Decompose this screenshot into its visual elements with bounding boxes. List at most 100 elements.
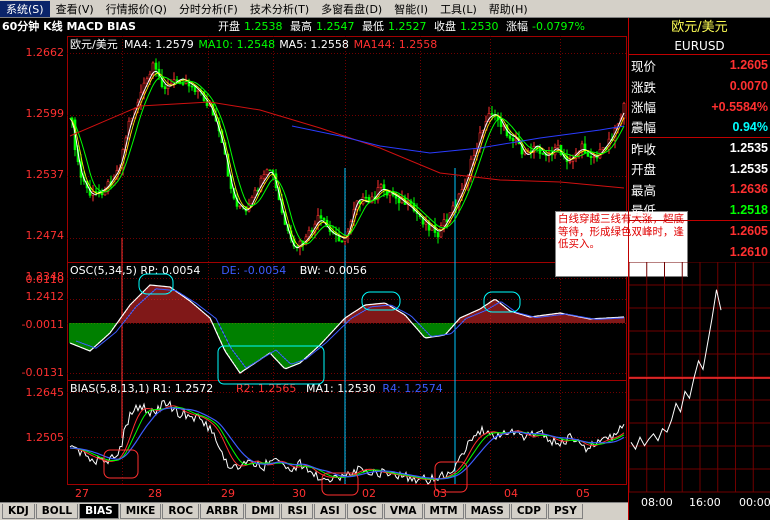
osc-line xyxy=(69,284,625,374)
quote-value: +0.5584% xyxy=(711,99,768,114)
candle-body xyxy=(556,144,560,148)
candle-body xyxy=(508,135,512,139)
menu-item-1[interactable]: 查看(V) xyxy=(50,1,100,17)
tab-psy[interactable]: PSY xyxy=(547,504,583,519)
quote-row-9: 1.2610 xyxy=(629,241,770,262)
quote-row-2: 涨幅 +0.5584% xyxy=(629,96,770,117)
x-label-4: 02 xyxy=(362,487,376,500)
tab-asi[interactable]: ASI xyxy=(314,504,346,519)
intraday-mini-chart[interactable]: 08:00 16:00 00:00 xyxy=(629,261,770,510)
tab-rsi[interactable]: RSI xyxy=(281,504,314,519)
quote-label: 涨跌 xyxy=(631,79,657,95)
header-label-3: 收盘 xyxy=(434,19,456,33)
x-label-5: 03 xyxy=(433,487,447,500)
quote-row-5: 开盘 1.2535 xyxy=(629,158,770,179)
menu-item-3[interactable]: 分时分析(F) xyxy=(173,1,244,17)
quote-value: 1.2518 xyxy=(729,202,768,217)
candle-body xyxy=(238,205,242,208)
quote-value: 1.2605 xyxy=(729,58,768,73)
header-label-1: 最高 xyxy=(290,19,312,33)
osc-tick-1: -0.0011 xyxy=(22,318,64,331)
price-legend-name: 欧元/美元 xyxy=(70,38,118,51)
price-legend-ma-0: MA4: 1.2579 xyxy=(124,38,194,51)
top-header: 60分钟 K线 MACD BIAS xyxy=(2,19,136,33)
quote-row-3: 震幅 0.94% xyxy=(629,117,770,138)
candlesticks xyxy=(70,58,626,256)
candle-body xyxy=(268,169,272,172)
tab-mass[interactable]: MASS xyxy=(464,504,510,519)
mini-x-label-0: 08:00 xyxy=(641,496,673,509)
quote-row-6: 最高 1.2636 xyxy=(629,179,770,200)
ma10-line xyxy=(69,76,625,245)
chart-area[interactable]: 60分钟 K线 MACD BIAS 开盘 1.2538 最高 1.2547 最低 1.25… xyxy=(0,18,628,502)
mini-x-label-1: 16:00 xyxy=(689,496,721,509)
quote-value: 1.2610 xyxy=(729,244,768,259)
price-tick-0: 1.2662 xyxy=(26,46,65,59)
bias-r4-line xyxy=(69,407,625,480)
price-legend-ma-2: MA5: 1.2558 xyxy=(279,38,349,51)
quote-row-7: 最低 1.2518 xyxy=(629,200,770,221)
price-legend-ma-3: MA144: 1.2558 xyxy=(354,38,438,51)
quote-value: 1.2535 xyxy=(729,161,768,176)
candle-body xyxy=(586,152,590,157)
menu-item-5[interactable]: 多窗看盘(D) xyxy=(315,1,388,17)
quote-row-4: 昨收 1.2535 xyxy=(629,138,770,159)
quote-value: 1.2535 xyxy=(729,141,768,156)
price-legend-ma-1: MA10: 1.2548 xyxy=(198,38,275,51)
candle-body xyxy=(622,102,626,119)
tab-boll[interactable]: BOLL xyxy=(35,504,79,519)
header-value-0: 1.2538 xyxy=(244,20,283,33)
bias-legend-0: BIAS(5,8,13,1) R1: 1.2572 xyxy=(70,382,213,395)
kline-chart-svg[interactable]: 60分钟 K线 MACD BIAS 开盘 1.2538 最高 1.2547 最低 1.25… xyxy=(0,18,628,502)
quote-label: 现价 xyxy=(631,58,657,74)
menu-item-4[interactable]: 技术分析(T) xyxy=(244,1,315,17)
candle-body xyxy=(364,196,368,199)
tab-arbr[interactable]: ARBR xyxy=(200,504,245,519)
menu-item-6[interactable]: 智能(I) xyxy=(388,1,434,17)
candle-body xyxy=(490,113,494,115)
grid-lines xyxy=(67,36,627,484)
candle-body xyxy=(595,156,599,159)
mini-price-line xyxy=(630,289,722,451)
menu-item-7[interactable]: 工具(L) xyxy=(434,1,483,17)
header-label-0: 开盘 xyxy=(218,19,240,33)
candle-body xyxy=(424,221,428,225)
quote-row-1: 涨跌 0.0070 xyxy=(629,76,770,97)
bias-cross-mark-1 xyxy=(103,449,139,479)
candle-body xyxy=(190,85,194,88)
price-tick-3: 1.2474 xyxy=(26,229,65,242)
quote-value: 1.2636 xyxy=(729,182,768,197)
quote-label: 昨收 xyxy=(631,141,657,157)
menu-item-0[interactable]: 系统(S) xyxy=(0,0,50,17)
candle-body xyxy=(592,156,596,158)
candle-body xyxy=(382,184,386,190)
tab-dmi[interactable]: DMI xyxy=(245,504,281,519)
tab-cdp[interactable]: CDP xyxy=(510,504,547,519)
quote-value: 1.2605 xyxy=(729,223,768,238)
tab-roc[interactable]: ROC xyxy=(162,504,200,519)
candle-body xyxy=(511,138,515,142)
tab-kdj[interactable]: KDJ xyxy=(2,504,35,519)
tab-mtm[interactable]: MTM xyxy=(423,504,464,519)
x-label-0: 27 xyxy=(75,487,89,500)
candle-body xyxy=(319,215,323,219)
menu-item-8[interactable]: 帮助(H) xyxy=(483,1,534,17)
quote-panel: 欧元/美元 EURUSD 现价 1.2605 涨跌 0.0070 涨幅 +0.5584% 震… xyxy=(628,18,770,520)
tab-mike[interactable]: MIKE xyxy=(119,504,162,519)
quote-code: EURUSD xyxy=(629,38,770,55)
candle-body xyxy=(181,83,185,85)
tab-osc[interactable]: OSC xyxy=(346,504,383,519)
x-label-3: 30 xyxy=(292,487,306,500)
candle-body xyxy=(265,169,269,175)
quote-label: 最高 xyxy=(631,182,657,198)
osc-tick-0: 0.0110 xyxy=(26,273,65,286)
osc-legend-1: DE: -0.0054 xyxy=(221,264,286,277)
tab-bias[interactable]: BIAS xyxy=(79,504,119,519)
osc-histogram xyxy=(69,273,625,385)
quote-label: 最低 xyxy=(631,203,657,219)
blue-ma-line xyxy=(291,125,625,154)
tab-vma[interactable]: VMA xyxy=(383,504,423,519)
osc-legend-2: BW: -0.0056 xyxy=(300,264,367,277)
menu-item-2[interactable]: 行情报价(Q) xyxy=(100,1,173,17)
quote-value: 0.94% xyxy=(732,119,768,134)
